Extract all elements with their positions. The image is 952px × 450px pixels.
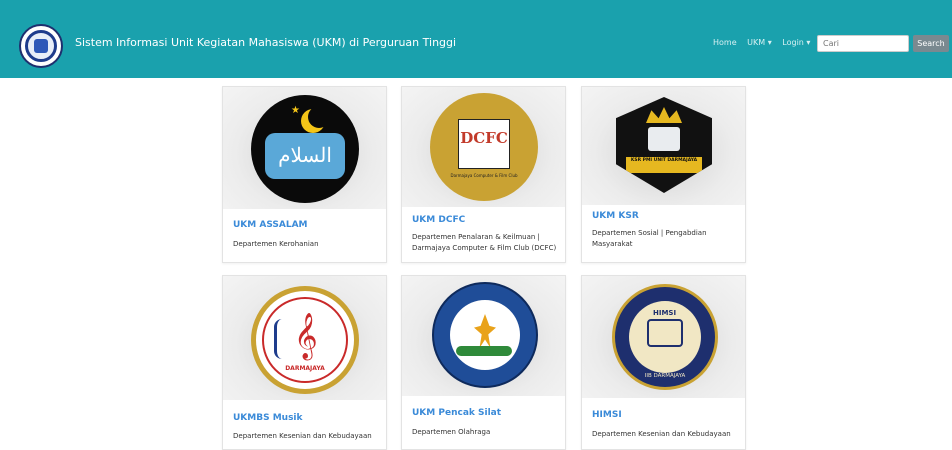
nav-home-link[interactable]: Home <box>713 38 737 47</box>
site-title[interactable]: Sistem Informasi Unit Kegiatan Mahasiswa… <box>75 36 456 49</box>
dcfc-caption: Darmajaya Computer & Film Club <box>450 173 518 178</box>
card-image: DCFC Darmajaya Computer & Film Club <box>402 87 565 207</box>
dcfc-wordmark: DCFC <box>460 129 508 147</box>
nav-ukm-dropdown[interactable]: UKM ▾ <box>747 38 772 47</box>
treble-clef-icon: 𝄞 <box>294 313 318 359</box>
card-title[interactable]: UKM Pencak Silat <box>412 408 501 418</box>
ukm-card-pencak-silat[interactable]: UKM Pencak Silat Departemen Olahraga <box>401 275 566 450</box>
card-description: Departemen Kesenian dan Kebudayaan <box>592 430 731 438</box>
search-input[interactable] <box>817 35 909 52</box>
card-title[interactable]: HIMSI <box>592 410 622 420</box>
nav-login-dropdown[interactable]: Login ▾ <box>782 38 810 47</box>
top-navbar: Sistem Informasi Unit Kegiatan Mahasiswa… <box>0 0 952 78</box>
card-image: KSR PMI UNIT DARMAJAYA <box>582 87 745 205</box>
ukm-card-assalam[interactable]: السلام ★ UKM ASSALAM Departemen Kerohani… <box>222 86 387 263</box>
card-image <box>402 276 565 396</box>
card-description: Departemen Penalaran & Keilmuan | Darmaj… <box>412 233 557 252</box>
card-title[interactable]: UKM DCFC <box>412 215 465 225</box>
ukmbs-caption: DARMAJAYA <box>285 365 325 372</box>
ksr-ribbon: KSR PMI UNIT DARMAJAYA <box>626 157 702 173</box>
university-logo[interactable] <box>19 24 63 68</box>
card-image: 𝄞 DARMAJAYA <box>223 276 386 400</box>
card-description: Departemen Olahraga <box>412 428 491 436</box>
card-image: السلام ★ <box>223 87 386 209</box>
card-title[interactable]: UKM ASSALAM <box>233 220 308 230</box>
pencak-silat-logo <box>432 282 538 388</box>
himsi-caption: IIB DARMAJAYA <box>644 373 686 379</box>
ukm-card-himsi[interactable]: HIMSI IIB DARMAJAYA HIMSI Departemen Kes… <box>581 275 746 450</box>
card-image: HIMSI IIB DARMAJAYA <box>582 276 745 398</box>
card-description: Departemen Kerohanian <box>233 240 319 248</box>
search-button[interactable]: Search <box>913 35 949 52</box>
card-title[interactable]: UKMBS Musik <box>233 413 303 423</box>
assalam-logo: السلام ★ <box>251 95 359 203</box>
ukm-card-dcfc[interactable]: DCFC Darmajaya Computer & Film Club UKM … <box>401 86 566 263</box>
ukm-card-ukmbs-musik[interactable]: 𝄞 DARMAJAYA UKMBS Musik Departemen Kesen… <box>222 275 387 450</box>
card-description: Departemen Kesenian dan Kebudayaan <box>233 432 372 440</box>
ukm-card-ksr[interactable]: KSR PMI UNIT DARMAJAYA UKM KSR Departeme… <box>581 86 746 263</box>
assalam-calligraphy: السلام <box>278 143 332 167</box>
dcfc-logo: DCFC Darmajaya Computer & Film Club <box>430 93 538 201</box>
logo-core <box>34 39 48 53</box>
card-description: Departemen Sosial | Pengabdian Masyaraka… <box>592 229 707 248</box>
ukmbs-musik-logo: 𝄞 DARMAJAYA <box>251 286 359 394</box>
nav-links: Home UKM ▾ Login ▾ <box>713 38 818 47</box>
himsi-logo: HIMSI IIB DARMAJAYA <box>612 284 718 390</box>
card-title[interactable]: UKM KSR <box>592 211 639 221</box>
